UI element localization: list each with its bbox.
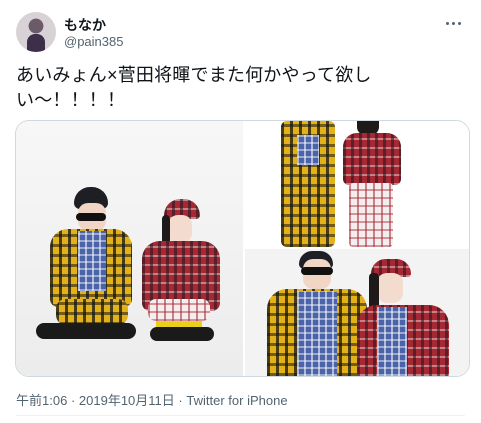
meta-separator: ·	[70, 393, 76, 408]
person-right-pants	[349, 183, 393, 247]
person-left-shirt	[78, 231, 106, 291]
person-right-face	[168, 215, 192, 243]
person-left-sunglasses	[301, 267, 333, 275]
tweet-date[interactable]: 2019年10月11日	[79, 393, 175, 408]
person-right-skirt	[148, 299, 210, 321]
person-right-jacket	[343, 133, 401, 185]
person-left-shirt	[297, 291, 337, 376]
person-right-face	[377, 273, 403, 303]
more-options-icon[interactable]	[443, 13, 463, 33]
media-grid	[15, 120, 470, 377]
person-left-sunglasses	[76, 213, 106, 221]
meta-separator: ·	[178, 393, 183, 408]
tweet-meta: 午前1:06 · 2019年10月11日 · Twitter for iPhon…	[16, 390, 288, 409]
avatar-figure	[27, 34, 45, 52]
avatar[interactable]	[16, 12, 56, 52]
person-right-shirt	[377, 307, 407, 376]
photo-3[interactable]	[245, 249, 469, 376]
tweet-time[interactable]: 午前1:06	[16, 393, 67, 408]
person-left-shoes	[36, 323, 136, 339]
person-left-shirt	[297, 135, 319, 165]
photo-2[interactable]	[245, 121, 469, 247]
person-right-shoes	[150, 327, 214, 341]
photo-1[interactable]	[16, 121, 243, 376]
author-handle[interactable]: @pain385	[64, 34, 123, 49]
tweet-text: あいみょん×菅田将暉でまた何かやって欲しい〜！！！！	[16, 65, 372, 110]
person-left-legs	[56, 299, 128, 325]
divider	[16, 415, 465, 416]
author-name[interactable]: もなか	[64, 15, 106, 35]
tweet-source[interactable]: Twitter for iPhone	[186, 393, 287, 408]
